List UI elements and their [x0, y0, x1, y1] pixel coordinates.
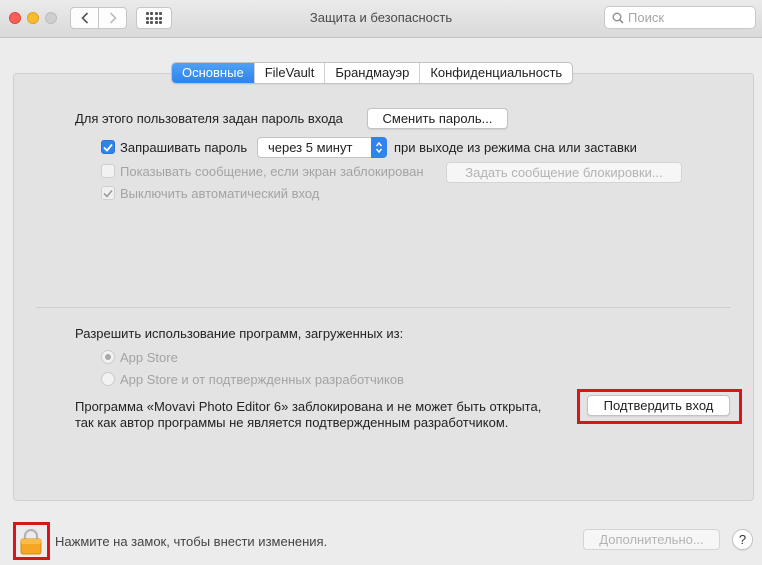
advanced-button[interactable]: Дополнительно...: [583, 529, 720, 550]
require-password-label: Запрашивать пароль: [120, 140, 248, 155]
blocked-app-message-line1: Программа «Movavi Photo Editor 6» заблок…: [75, 399, 542, 414]
section-divider: [36, 307, 731, 308]
disable-autologin-label: Выключить автоматический вход: [120, 186, 320, 201]
chevron-updown-icon: [371, 137, 387, 158]
title-bar: Защита и безопасность: [0, 0, 762, 38]
require-password-suffix: при выходе из режима сна или заставки: [394, 140, 637, 155]
radio-app-store-and-developers-label: App Store и от подтвержденных разработчи…: [120, 372, 404, 387]
allow-apps-heading: Разрешить использование программ, загруж…: [75, 326, 404, 341]
radio-app-store[interactable]: [101, 350, 115, 364]
disable-autologin-checkbox[interactable]: [101, 186, 115, 200]
highlight-confirm-button: [577, 389, 742, 424]
search-input[interactable]: [628, 10, 748, 25]
lock-hint-text: Нажмите на замок, чтобы внести изменения…: [55, 534, 328, 549]
checkmark-icon: [103, 189, 113, 198]
set-lock-message-button[interactable]: Задать сообщение блокировки...: [446, 162, 682, 183]
radio-dot: [105, 354, 111, 360]
highlight-lock: [13, 522, 50, 560]
show-message-label: Показывать сообщение, если экран заблоки…: [120, 164, 424, 179]
blocked-app-message-line2: так как автор программы не является подт…: [75, 415, 509, 430]
password-set-text: Для этого пользователя задан пароль вход…: [75, 111, 343, 126]
show-message-checkbox[interactable]: [101, 164, 115, 178]
checkmark-icon: [103, 143, 113, 152]
change-password-button[interactable]: Сменить пароль...: [367, 108, 508, 129]
password-delay-select[interactable]: через 5 минут: [257, 137, 387, 158]
tab-bar: Основные FileVault Брандмауэр Конфиденци…: [171, 62, 574, 84]
radio-app-store-label: App Store: [120, 350, 178, 365]
search-field[interactable]: [604, 6, 756, 29]
tab-privacy[interactable]: Конфиденциальность: [419, 63, 572, 83]
tab-firewall[interactable]: Брандмауэр: [324, 63, 419, 83]
help-button[interactable]: ?: [732, 529, 753, 550]
radio-app-store-and-developers[interactable]: [101, 372, 115, 386]
require-password-checkbox[interactable]: [101, 140, 115, 154]
tab-general[interactable]: Основные: [172, 63, 254, 83]
search-icon: [612, 12, 624, 24]
password-delay-value: через 5 минут: [268, 140, 353, 155]
tab-filevault[interactable]: FileVault: [253, 63, 325, 83]
